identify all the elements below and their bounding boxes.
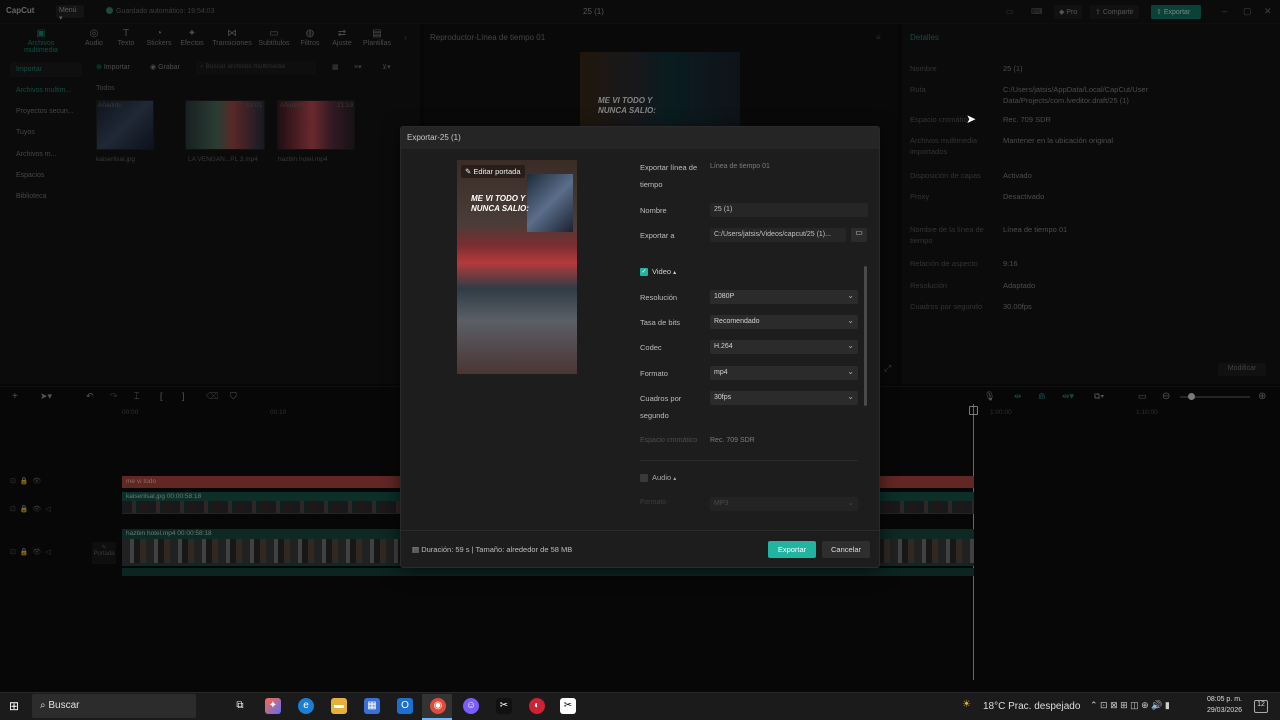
video-section-label: Video [652,267,672,276]
export-path-input[interactable]: C:/Users/jatsis/Videos/capcut/25 (1)... [710,228,846,242]
chevron-down-icon: ⌄ [847,498,854,507]
select-value: MP3 [714,500,729,507]
name-label: Nombre [640,206,667,215]
audio-checkbox[interactable] [640,474,648,482]
chrome-icon[interactable]: ◉ [430,698,446,714]
app-icon[interactable]: ◐ [529,698,545,714]
search-icon: ⌕ [40,700,46,711]
pencil-icon: ✎ [465,167,472,176]
name-input[interactable]: 25 (1) [710,203,868,217]
bitrate-label: Tasa de bits [640,318,681,327]
colorspace-value: Rec. 709 SDR [710,437,755,444]
copilot-icon[interactable]: ✦ [265,698,281,714]
codec-select[interactable]: H.264 ⌄ [710,340,858,354]
file-explorer-icon[interactable]: ▬ [331,698,347,714]
video-checkbox[interactable]: ✓ [640,268,648,276]
tray-icons[interactable]: ⌃ ⊡ ⊠ ⊞ ◫ ⊕ 🔊 ▮ [1090,700,1170,711]
chevron-down-icon: ⌄ [847,341,854,350]
select-value: 1080P [714,293,735,300]
bitrate-select[interactable]: Recomendado ⌄ [710,315,858,329]
codec-label: Codec [640,343,662,352]
duration-size-text: Duración: 59 s | Tamaño: alrededor de 58… [421,545,573,554]
clock-date: 29/03/2026 [1206,707,1242,714]
chevron-down-icon: ⌄ [847,392,854,401]
cancel-button[interactable]: Cancelar [822,541,870,558]
video-section-toggle[interactable]: Video ▴ [652,267,676,276]
resolution-select[interactable]: 1080P ⌄ [710,290,858,304]
capcut-icon[interactable]: ✂ [560,698,576,714]
film-icon: ▤ [412,545,420,554]
export-info: ▤ Duración: 59 s | Tamaño: alrededor de … [412,545,572,554]
cover-caption: ME VI TODO Y NUNCA SALIO: [471,194,529,213]
capcut-taskbar-icon[interactable]: ✂ [496,698,512,714]
clock-time: 08:05 p. m. [1206,696,1242,703]
edit-cover-button[interactable]: ✎ Editar portada [461,165,525,178]
export-timeline-label: Exportar línea de tiempo [640,163,698,189]
folder-icon[interactable]: ▭ [851,228,867,242]
weather-text[interactable]: 18°C Prac. despejado [983,701,1080,712]
resolution-label: Resolución [640,293,678,302]
dialog-scrollbar[interactable] [864,266,867,406]
format-label: Formato [640,369,668,378]
chevron-down-icon: ⌄ [847,367,854,376]
edit-cover-label: Editar portada [473,167,521,176]
chevron-down-icon: ⌄ [847,316,854,325]
export-timeline-value: Línea de tiempo 01 [710,163,770,170]
audio-section-label: Audio [652,473,672,482]
taskbar-search[interactable]: ⌕ Buscar [32,694,196,718]
export-confirm-button[interactable]: Exportar [768,541,816,558]
outlook-icon[interactable]: O [397,698,413,714]
select-value: H.264 [714,343,733,350]
cover-preview[interactable]: ME VI TODO Y NUNCA SALIO: ✎ Editar porta… [457,160,577,374]
chevron-up-icon: ▴ [673,476,677,482]
mouse-cursor-icon: ➤ [966,112,977,126]
select-value: 30fps [714,394,732,401]
divider [401,530,879,531]
notification-badge[interactable]: 12 [1254,700,1268,713]
windows-start-icon[interactable]: ⊞ [9,699,19,713]
fps-select[interactable]: 30fps ⌄ [710,391,858,405]
chevron-down-icon: ⌄ [847,291,854,300]
audio-format-label: Formato [640,499,667,506]
dialog-header: Exportar-25 (1) [401,127,879,149]
discord-icon[interactable]: ☺ [463,698,479,714]
weather-icon: ☀ [962,699,971,710]
store-icon[interactable]: ▦ [364,698,380,714]
select-value: mp4 [714,369,728,376]
task-view-icon[interactable]: ⧉ [232,698,248,714]
format-select[interactable]: mp4 ⌄ [710,366,858,380]
export-to-label: Exportar a [640,231,675,240]
chevron-up-icon: ▴ [673,270,677,276]
search-label: Buscar [48,700,80,711]
fps-label: Cuadros por segundo [640,394,682,420]
edge-icon[interactable]: e [298,698,314,714]
audio-section-toggle[interactable]: Audio ▴ [652,473,676,482]
select-value: Recomendado [714,318,760,325]
cover-poster [527,174,573,232]
divider [640,460,858,461]
dialog-title: Exportar-25 (1) [407,133,461,142]
audio-format-select: MP3 ⌄ [710,497,858,511]
colorspace-label: Espacio cromático [640,437,698,444]
